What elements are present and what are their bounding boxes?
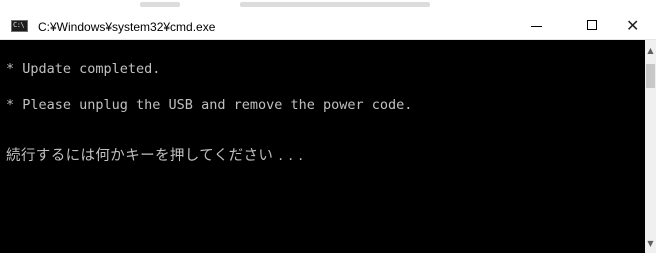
console-line: 続行するには何かキーを押してください . . . <box>6 148 304 164</box>
minimize-icon <box>531 26 542 27</box>
close-button[interactable]: ✕ <box>616 14 656 40</box>
maximize-button[interactable] <box>573 14 613 40</box>
cmd-window: C:\ C:¥Windows¥system32¥cmd.exe ✕ * Upda… <box>0 0 656 253</box>
minimize-button[interactable] <box>517 14 557 40</box>
scroll-thumb[interactable] <box>646 64 655 88</box>
close-icon: ✕ <box>626 16 640 35</box>
cmd-app-icon-text: C:\ <box>13 21 25 29</box>
scroll-down-icon[interactable]: ▼ <box>645 237 656 251</box>
top-strip <box>0 0 656 10</box>
console-line: * Please unplug the USB and remove the p… <box>6 97 413 113</box>
console-line: * Update completed. <box>6 61 161 77</box>
blurred-text <box>140 2 180 7</box>
window-title: C:¥Windows¥system32¥cmd.exe <box>38 20 216 34</box>
maximize-icon <box>587 20 597 30</box>
scroll-up-icon[interactable]: ▲ <box>645 44 656 58</box>
vertical-scrollbar[interactable]: ▲ ▼ <box>645 40 656 253</box>
cmd-app-icon[interactable]: C:\ <box>11 20 28 32</box>
blurred-text <box>240 2 430 7</box>
title-bar[interactable]: C:\ C:¥Windows¥system32¥cmd.exe ✕ <box>0 0 656 40</box>
